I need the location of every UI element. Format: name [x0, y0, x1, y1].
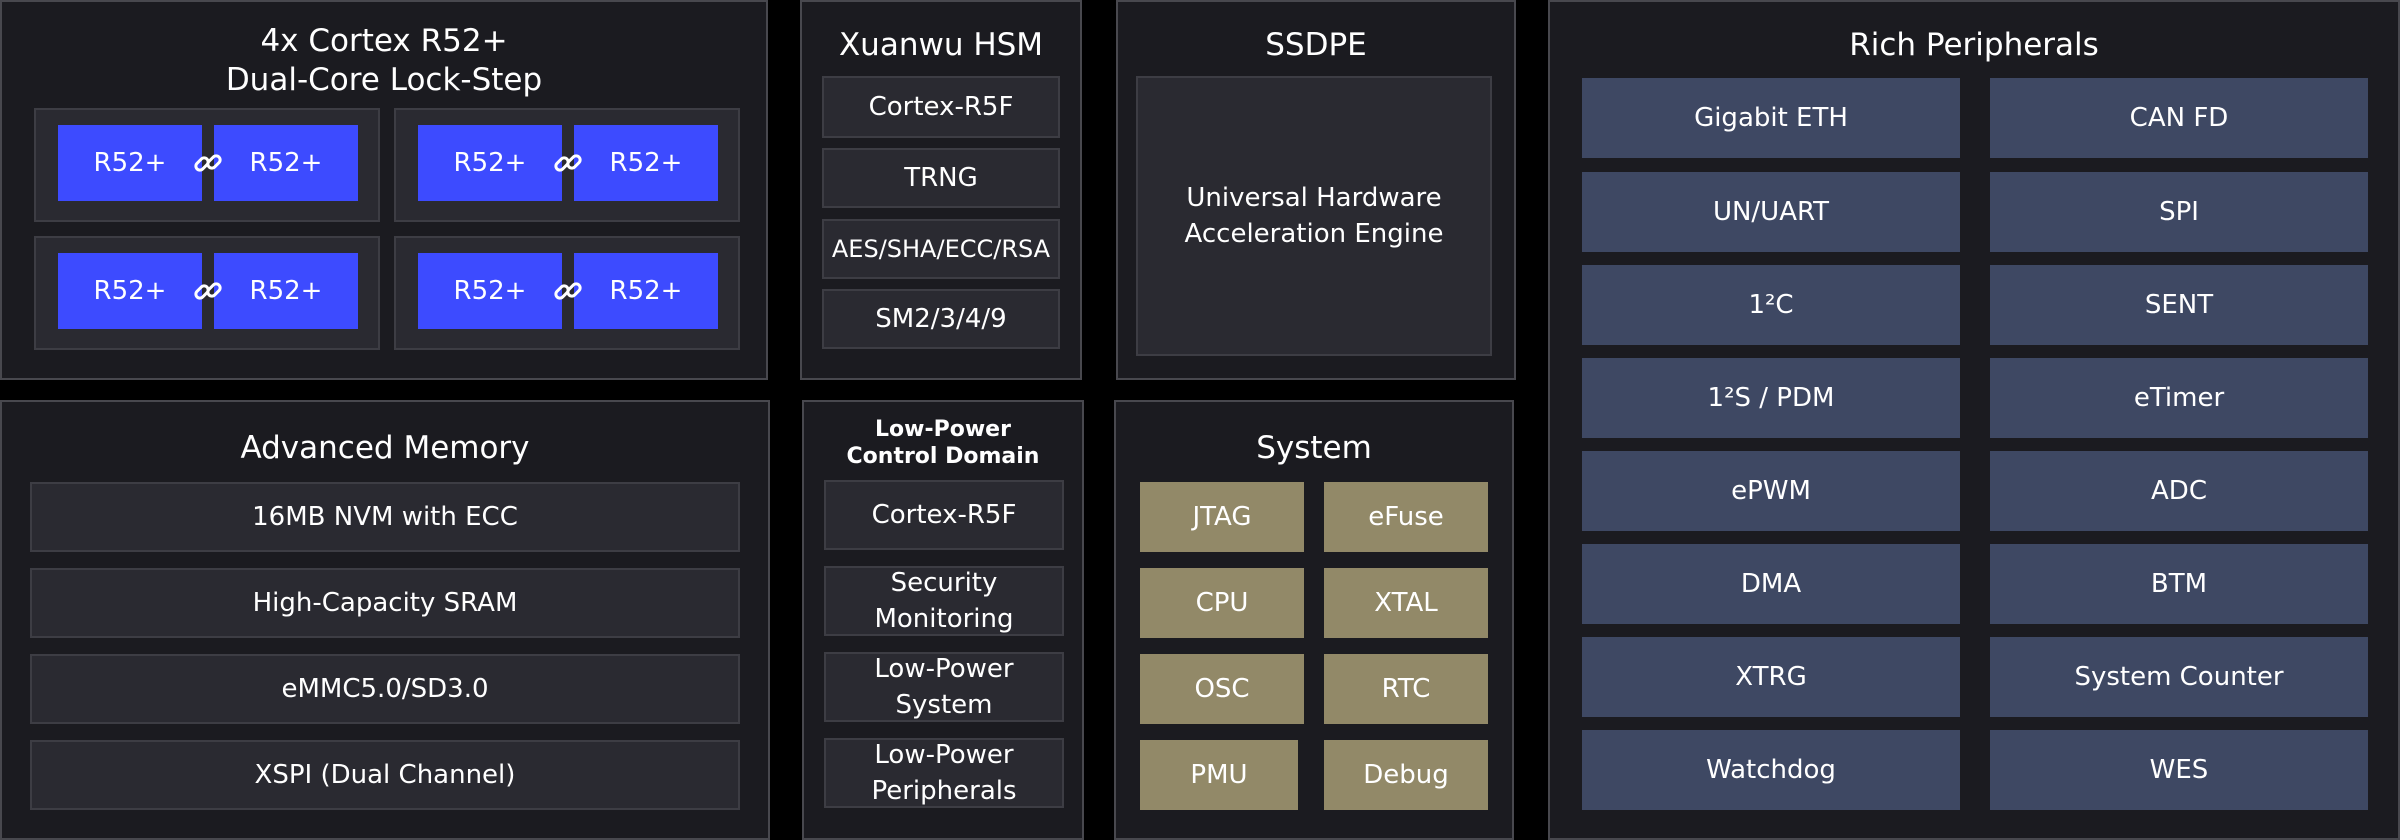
core-r52-1: R52+ [58, 125, 202, 201]
lowpower-item-cortex-r5f-label: Cortex-R5F [871, 500, 1017, 530]
core-r52-5: R52+ [58, 253, 202, 329]
core-pair-2: R52+ R52+ [394, 108, 740, 222]
core-r52-6: R52+ [214, 253, 358, 329]
ssdpe-panel: SSDPE Universal Hardware Acceleration En… [1116, 0, 1516, 380]
core-r52-4: R52+ [574, 125, 718, 201]
core-pair-1: R52+ R52+ [34, 108, 380, 222]
memory-title: Advanced Memory [240, 430, 530, 466]
system-item-xtal: XTAL [1324, 568, 1488, 638]
system-title: System [1256, 430, 1372, 466]
system-item-efuse: eFuse [1324, 482, 1488, 552]
acceleration-engine-box: Universal Hardware Acceleration Engine [1136, 76, 1492, 356]
memory-item-xspi: XSPI (Dual Channel) [30, 740, 740, 810]
peripheral-un-uart: UN/UART [1582, 172, 1960, 252]
peripheral-epwm: ePWM [1582, 451, 1960, 531]
system-item-osc: OSC [1140, 654, 1304, 724]
core-r52-2: R52+ [214, 125, 358, 201]
lowpower-system-line1: Low-Power [874, 654, 1014, 684]
hsm-title: Xuanwu HSM [838, 27, 1044, 63]
low-power-panel: Low-Power Control Domain Cortex-R5F Secu… [802, 400, 1084, 840]
chain-link-icon [194, 154, 222, 172]
peripheral-1-c: 1²C [1582, 265, 1960, 345]
peripheral-adc: ADC [1990, 451, 2368, 531]
peripheral-wes: WES [1990, 730, 2368, 810]
hsm-item-trng: TRNG [822, 148, 1060, 208]
system-panel: System JTAG eFuse CPU XTAL OSC RTC PMU D… [1114, 400, 1514, 840]
peripherals-panel: Rich Peripherals Gigabit ETH CAN FD UN/UAR… [1548, 0, 2400, 840]
chain-link-icon [554, 282, 582, 300]
system-item-cpu: CPU [1140, 568, 1304, 638]
peripherals-title: Rich Peripherals [1849, 27, 2099, 63]
engine-label-line2: Acceleration Engine [1184, 219, 1444, 249]
core-r52-7: R52+ [418, 253, 562, 329]
hsm-item-cortex-r5f: Cortex-R5F [822, 76, 1060, 138]
cores-title-line2: Dual-Core Lock-Step [225, 62, 543, 98]
security-monitoring-line2: Monitoring [874, 604, 1014, 634]
peripheral-btm: BTM [1990, 544, 2368, 624]
peripheral-sent: SENT [1990, 265, 2368, 345]
memory-item-nvm: 16MB NVM with ECC [30, 482, 740, 552]
peripheral-system-counter: System Counter [1990, 637, 2368, 717]
security-monitoring-line1: Security [890, 568, 998, 598]
ssdpe-title: SSDPE [1265, 27, 1367, 63]
lowpower-peripherals-line2: Peripherals [871, 776, 1017, 806]
lowpower-title-line1: Low-Power [875, 417, 1011, 442]
system-item-jtag: JTAG [1140, 482, 1304, 552]
lowpower-system-line2: System [895, 690, 993, 720]
hsm-item-crypto: AES/SHA/ECC/RSA [822, 219, 1060, 279]
core-pair-3: R52+ R52+ [34, 236, 380, 350]
cores-title-line1: 4x Cortex R52+ [260, 23, 508, 59]
core-r52-3: R52+ [418, 125, 562, 201]
peripheral-gigabit-eth: Gigabit ETH [1582, 78, 1960, 158]
hsm-panel: Xuanwu HSM Cortex-R5F TRNG AES/SHA/ECC/R… [800, 0, 1082, 380]
system-item-debug: Debug [1324, 740, 1488, 810]
lowpower-title-line2: Control Domain [846, 444, 1040, 469]
system-item-pmu: PMU [1140, 740, 1298, 810]
peripheral-1-s-pdm: 1²S / PDM [1582, 358, 1960, 438]
memory-panel: Advanced Memory 16MB NVM with ECC High-C… [0, 400, 770, 840]
cortex-cores-panel: 4x Cortex R52+ Dual-Core Lock-Step R52+ R… [0, 0, 768, 380]
peripheral-xtrg: XTRG [1582, 637, 1960, 717]
peripheral-can-fd: CAN FD [1990, 78, 2368, 158]
lowpower-item-peripherals: Low-Power Peripherals [824, 738, 1064, 808]
chain-link-icon [554, 154, 582, 172]
engine-label-line1: Universal Hardware [1186, 183, 1442, 213]
lowpower-item-cortex-r5f: Cortex-R5F [824, 480, 1064, 550]
core-r52-8: R52+ [574, 253, 718, 329]
hsm-item-sm: SM2/3/4/9 [822, 289, 1060, 349]
lowpower-peripherals-line1: Low-Power [874, 740, 1014, 770]
system-item-rtc: RTC [1324, 654, 1488, 724]
memory-item-sram: High-Capacity SRAM [30, 568, 740, 638]
peripheral-watchdog: Watchdog [1582, 730, 1960, 810]
peripheral-dma: DMA [1582, 544, 1960, 624]
peripheral-spi: SPI [1990, 172, 2368, 252]
peripheral-etimer: eTimer [1990, 358, 2368, 438]
lowpower-item-security-monitoring: Security Monitoring [824, 566, 1064, 636]
memory-item-emmc: eMMC5.0/SD3.0 [30, 654, 740, 724]
lowpower-item-system: Low-Power System [824, 652, 1064, 722]
core-pair-4: R52+ R52+ [394, 236, 740, 350]
chain-link-icon [194, 282, 222, 300]
